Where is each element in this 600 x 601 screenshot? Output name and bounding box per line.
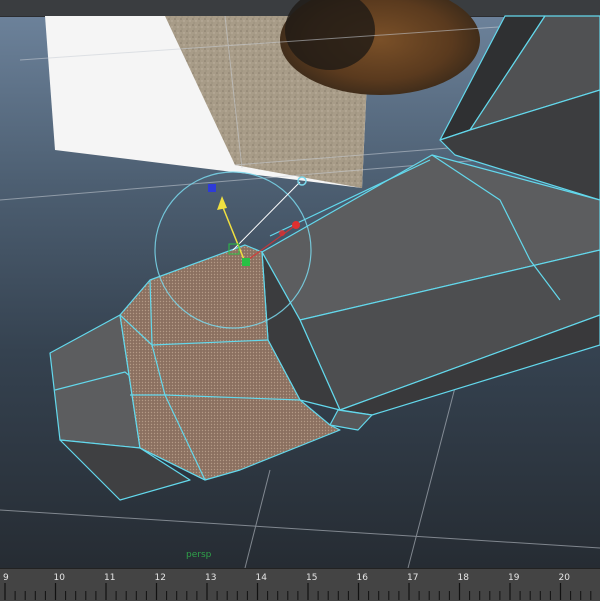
timeline-frame-label: 10 (54, 573, 66, 583)
timeline-frame-label: 19 (508, 573, 520, 583)
scene-canvas[interactable] (0, 0, 600, 568)
timeline-frame-label: 13 (205, 573, 216, 583)
timeline-frame-label: 18 (458, 573, 470, 583)
timeline-frame-label: 9 (3, 573, 9, 583)
cylinder-body-mesh[interactable] (261, 154, 600, 431)
viewport-panel[interactable]: persp (0, 0, 600, 568)
time-slider[interactable]: 9 10 11 12 13 14 15 16 17 18 19 20 (0, 568, 600, 601)
timeline-frame-label: 16 (357, 573, 369, 583)
timeline-frame-label: 11 (104, 573, 115, 583)
image-plane[interactable] (45, 0, 480, 188)
timeline-frame-label: 14 (256, 573, 268, 583)
time-slider-ruler[interactable]: 9 10 11 12 13 14 15 16 17 18 19 20 (0, 569, 600, 601)
timeline-frame-label: 15 (306, 573, 317, 583)
timeline-frame-label: 17 (407, 573, 418, 583)
camera-label: persp (186, 550, 212, 560)
timeline-frame-label: 12 (155, 573, 166, 583)
timeline-frame-label: 20 (559, 573, 571, 583)
